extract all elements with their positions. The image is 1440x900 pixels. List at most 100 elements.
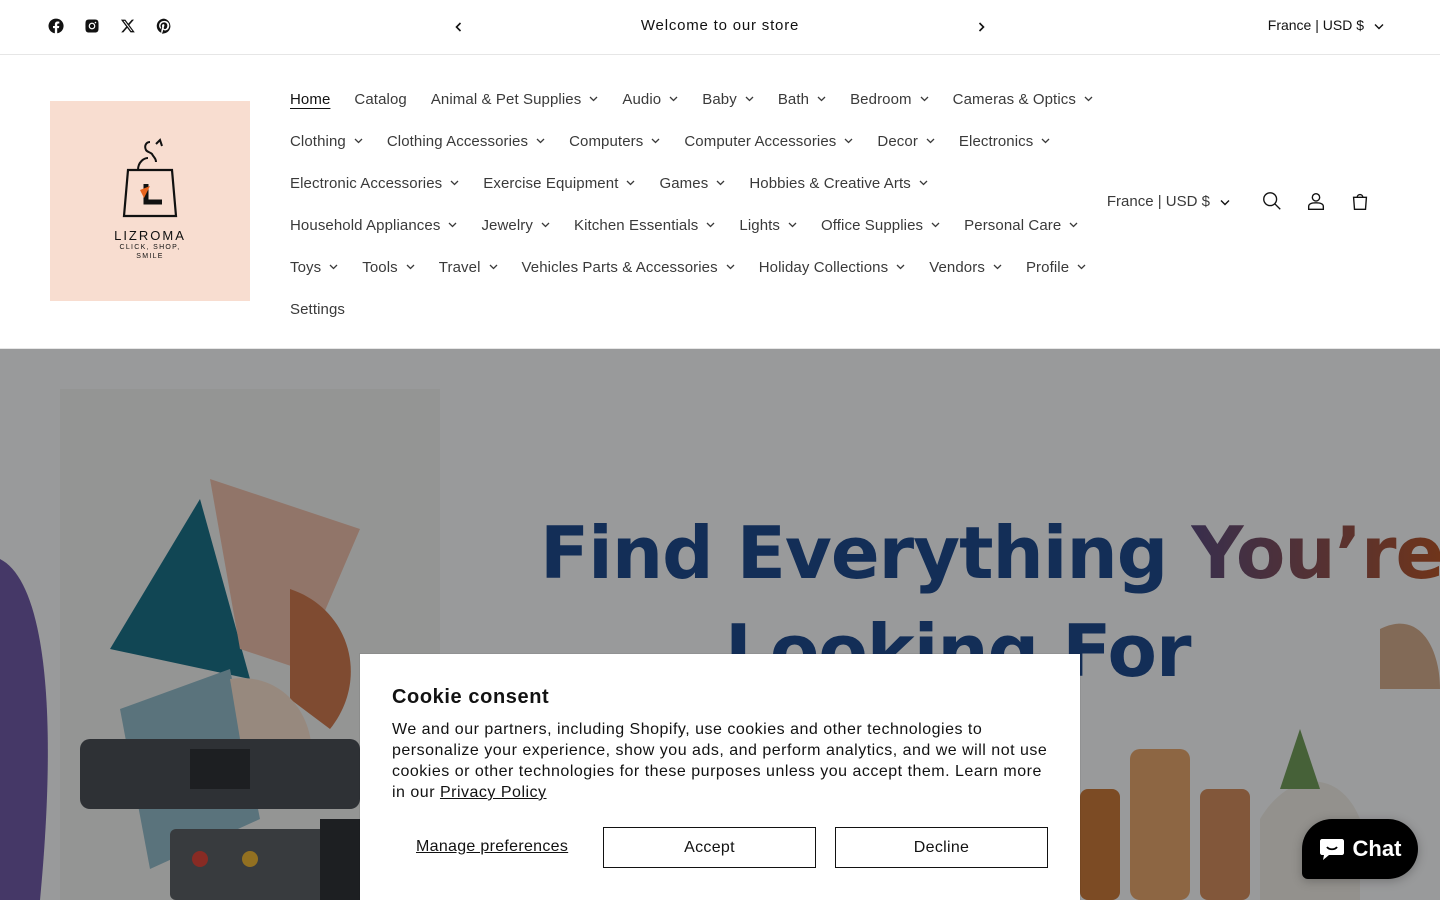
nav-item-computer-accessories[interactable]: Computer Accessories <box>684 133 853 150</box>
announcement-bar: Welcome to our store France | USD $ <box>0 0 1440 55</box>
chevron-down-icon <box>406 264 415 270</box>
nav-row: Home Catalog Animal & Pet Supplies Audio Bab… <box>290 78 1093 120</box>
nav-item-tools[interactable]: Tools <box>362 259 415 276</box>
store-logo[interactable]: LIZROMA CLICK, SHOP, SMILE <box>50 101 250 301</box>
nav-item-clothing[interactable]: Clothing <box>290 133 363 150</box>
nav-item-kitchen-essentials[interactable]: Kitchen Essentials <box>574 217 715 234</box>
nav-item-animal-pet-supplies[interactable]: Animal & Pet Supplies <box>431 91 599 108</box>
nav-item-label: Kitchen Essentials <box>574 216 699 234</box>
nav-item-clothing-accessories[interactable]: Clothing Accessories <box>387 133 545 150</box>
nav-item-toys[interactable]: Toys <box>290 259 338 276</box>
nav-item-label: Travel <box>438 258 481 276</box>
chevron-right-icon <box>978 22 985 32</box>
nav-item-label: Electronics <box>958 132 1034 150</box>
nav-item-hobbies-creative-arts[interactable]: Hobbies & Creative Arts <box>749 175 928 192</box>
nav-item-computers[interactable]: Computers <box>569 133 660 150</box>
announcement-text: Welcome to our store <box>640 17 800 34</box>
nav-row: Clothing Clothing Accessories Computers Com… <box>290 120 1090 162</box>
main-navigation: Home Catalog Animal & Pet Supplies Audio Bab… <box>290 78 1093 330</box>
chevron-down-icon <box>1041 138 1050 144</box>
chevron-left-icon <box>455 22 462 32</box>
chevron-down-icon <box>993 264 1002 270</box>
nav-item-settings[interactable]: Settings <box>290 301 345 318</box>
nav-item-decor[interactable]: Decor <box>877 133 935 150</box>
nav-item-label: Clothing Accessories <box>386 132 529 150</box>
nav-item-audio[interactable]: Audio <box>622 91 678 108</box>
social-links <box>46 16 174 36</box>
nav-item-personal-care[interactable]: Personal Care <box>964 217 1078 234</box>
nav-item-catalog[interactable]: Catalog <box>354 91 406 108</box>
chevron-down-icon <box>716 180 725 186</box>
nav-item-profile[interactable]: Profile <box>1026 259 1086 276</box>
x-twitter-icon[interactable] <box>118 16 138 36</box>
nav-row: Toys Tools Travel Vehicles Parts & Accessor… <box>290 246 1090 288</box>
nav-item-household-appliances[interactable]: Household Appliances <box>290 217 457 234</box>
chat-bubble-icon <box>1319 839 1344 860</box>
site-header: LIZROMA CLICK, SHOP, SMILE Home Catalog An… <box>0 55 1440 349</box>
manage-preferences-link[interactable]: Manage preferences <box>416 838 568 856</box>
chevron-down-icon <box>541 222 550 228</box>
nav-item-baby[interactable]: Baby <box>702 91 754 108</box>
nav-item-vehicles-parts-accessories[interactable]: Vehicles Parts & Accessories <box>522 259 735 276</box>
topbar-country-label: France | USD $ <box>1267 17 1364 33</box>
decline-button[interactable]: Decline <box>835 827 1048 868</box>
nav-item-electronics[interactable]: Electronics <box>959 133 1050 150</box>
chat-label: Chat <box>1352 836 1402 861</box>
chevron-down-icon <box>919 180 928 186</box>
nav-item-label: Hobbies & Creative Arts <box>749 174 911 192</box>
nav-item-label: Clothing <box>290 132 346 150</box>
chevron-down-icon <box>931 222 940 228</box>
nav-item-travel[interactable]: Travel <box>439 259 498 276</box>
chevron-down-icon <box>817 96 826 102</box>
nav-item-cameras-optics[interactable]: Cameras & Optics <box>953 91 1093 108</box>
chevron-down-icon <box>745 96 754 102</box>
nav-item-holiday-collections[interactable]: Holiday Collections <box>759 259 905 276</box>
nav-item-electronic-accessories[interactable]: Electronic Accessories <box>290 175 459 192</box>
nav-item-label: Settings <box>290 300 345 318</box>
accept-button[interactable]: Accept <box>603 827 816 868</box>
chevron-down-icon <box>788 222 797 228</box>
cart-icon[interactable] <box>1338 185 1382 217</box>
chevron-down-icon <box>669 96 678 102</box>
nav-item-exercise-equipment[interactable]: Exercise Equipment <box>483 175 635 192</box>
privacy-policy-link[interactable]: Privacy Policy <box>440 784 547 801</box>
nav-item-label: Baby <box>702 90 737 108</box>
chevron-down-icon <box>1084 96 1093 102</box>
chevron-down-icon <box>706 222 715 228</box>
search-icon[interactable] <box>1250 185 1294 217</box>
nav-item-home[interactable]: Home <box>290 91 330 108</box>
nav-item-label: Personal Care <box>964 216 1062 234</box>
nav-item-vendors[interactable]: Vendors <box>929 259 1002 276</box>
nav-item-label: Audio <box>622 90 662 108</box>
nav-item-office-supplies[interactable]: Office Supplies <box>821 217 940 234</box>
nav-item-label: Tools <box>362 258 398 276</box>
facebook-icon[interactable] <box>46 16 66 36</box>
nav-item-label: Electronic Accessories <box>290 174 443 192</box>
chevron-down-icon <box>1374 17 1384 33</box>
nav-item-label: Office Supplies <box>821 216 924 234</box>
nav-item-label: Jewelry <box>481 216 533 234</box>
topbar-country-selector[interactable]: France | USD $ <box>1268 17 1384 33</box>
chat-button[interactable]: Chat <box>1302 819 1418 879</box>
nav-row: Settings <box>290 288 1090 330</box>
cookie-body: We and our partners, including Shopify, … <box>392 719 1052 803</box>
nav-item-label: Catalog <box>354 90 407 108</box>
nav-item-label: Games <box>659 174 709 192</box>
nav-item-lights[interactable]: Lights <box>739 217 797 234</box>
chevron-down-icon <box>589 96 598 102</box>
instagram-icon[interactable] <box>82 16 102 36</box>
nav-item-bath[interactable]: Bath <box>778 91 826 108</box>
announcement-next-button[interactable] <box>971 17 991 37</box>
nav-item-jewelry[interactable]: Jewelry <box>481 217 550 234</box>
announcement-prev-button[interactable] <box>449 17 469 37</box>
pinterest-icon[interactable] <box>154 16 174 36</box>
cookie-consent-dialog: Cookie consent We and our partners, incl… <box>360 654 1080 900</box>
chevron-down-icon <box>536 138 545 144</box>
nav-item-games[interactable]: Games <box>659 175 725 192</box>
header-country-selector[interactable]: France | USD $ <box>1107 193 1230 210</box>
nav-item-label: Bedroom <box>850 90 912 108</box>
nav-row: Electronic Accessories Exercise Equipment… <box>290 162 1090 204</box>
account-icon[interactable] <box>1294 185 1338 217</box>
nav-item-bedroom[interactable]: Bedroom <box>850 91 929 108</box>
shopping-bag-logo-icon <box>122 137 178 217</box>
